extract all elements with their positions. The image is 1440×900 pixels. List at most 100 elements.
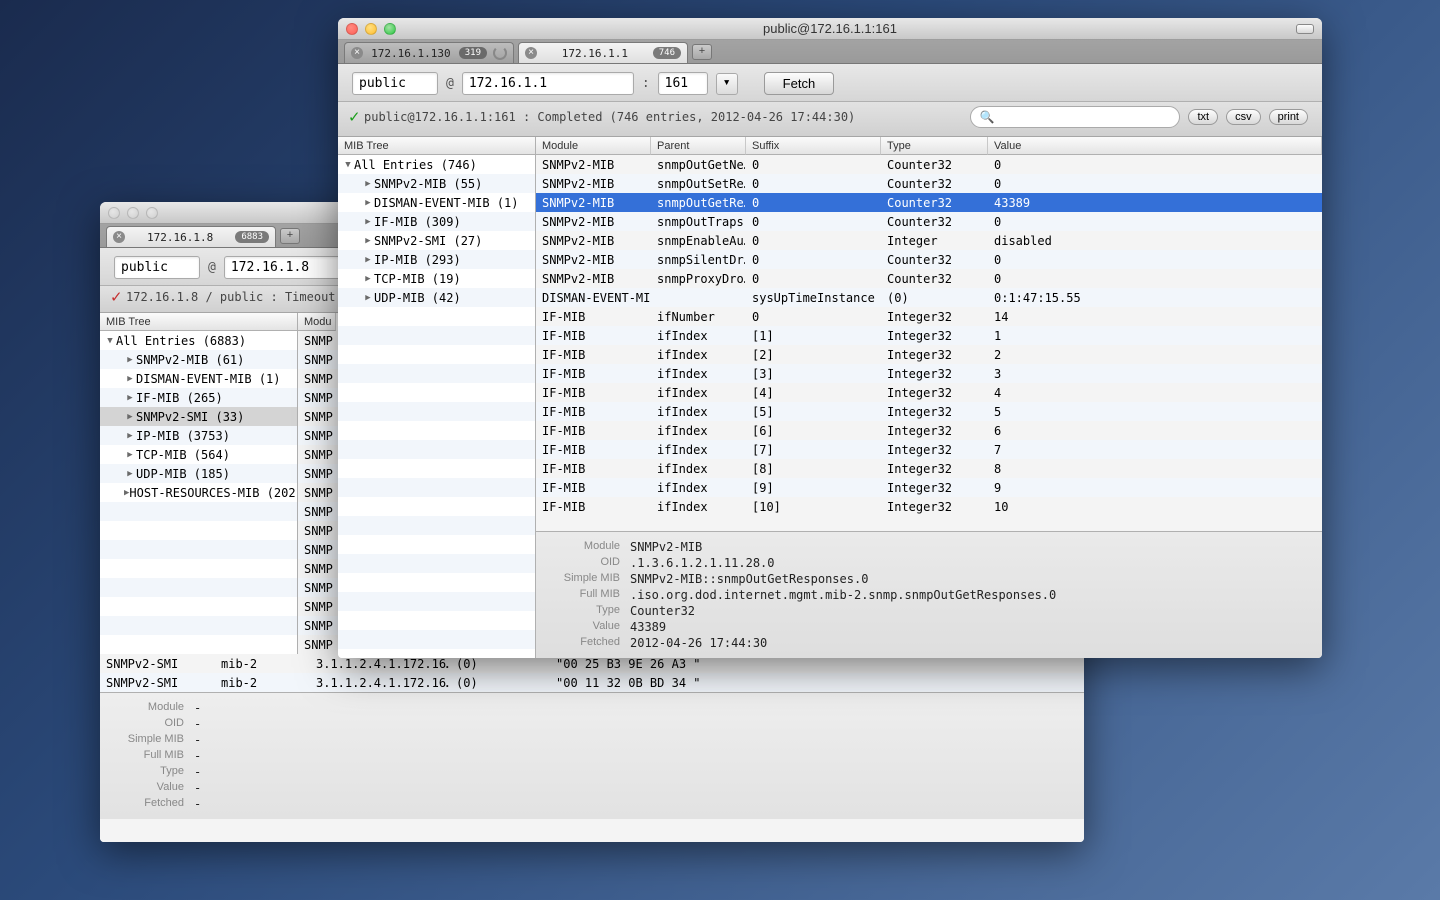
disclosure-icon[interactable]: ▶ bbox=[124, 431, 136, 441]
disclosure-icon[interactable]: ▼ bbox=[342, 160, 354, 170]
table-row[interactable]: IF-MIBifIndex[2]Integer322 bbox=[536, 345, 1322, 364]
tab-back-0[interactable]: × 172.16.1.8 6883 bbox=[106, 226, 276, 247]
close-icon[interactable] bbox=[346, 23, 358, 35]
export-csv-button[interactable]: csv bbox=[1226, 109, 1261, 125]
tree-header[interactable]: MIB Tree bbox=[338, 137, 535, 155]
community-input[interactable] bbox=[114, 256, 200, 279]
zoom-icon[interactable] bbox=[146, 207, 158, 219]
table-row[interactable]: IF-MIBifIndex[9]Integer329 bbox=[536, 478, 1322, 497]
table-row[interactable]: SNMPv2-MIBsnmpProxyDro…0Counter320 bbox=[536, 269, 1322, 288]
add-tab-button[interactable]: + bbox=[280, 228, 300, 244]
col-value[interactable]: Value bbox=[988, 137, 1322, 155]
add-tab-button[interactable]: + bbox=[692, 44, 712, 60]
cell-val: 0 bbox=[988, 174, 1322, 193]
tree-row[interactable]: ▶SNMPv2-SMI (27) bbox=[338, 231, 535, 250]
toolbar-toggle-icon[interactable] bbox=[1296, 24, 1314, 34]
close-tab-icon[interactable]: × bbox=[525, 47, 537, 59]
window-back-lower: SNMPv2-SMImib-23.1.1.2.4.1.172.16…(0)"00… bbox=[100, 654, 1084, 842]
minimize-icon[interactable] bbox=[365, 23, 377, 35]
table-row[interactable]: DISMAN-EVENT-MIBsysUpTimeInstance(0)0:1:… bbox=[536, 288, 1322, 307]
col-suffix[interactable]: Suffix bbox=[746, 137, 881, 155]
disclosure-icon[interactable]: ▶ bbox=[124, 450, 136, 460]
table-row[interactable]: SNMPv2-MIBsnmpOutSetRe…0Counter320 bbox=[536, 174, 1322, 193]
table-row[interactable]: SNMPv2-SMImib-23.1.1.2.4.1.172.16…(0)"00… bbox=[100, 673, 1084, 692]
search-input[interactable] bbox=[998, 110, 1171, 124]
close-tab-icon[interactable]: × bbox=[351, 47, 363, 59]
disclosure-icon[interactable]: ▶ bbox=[124, 469, 136, 479]
tree-row[interactable]: ▶DISMAN-EVENT-MIB (1) bbox=[100, 369, 297, 388]
disclosure-icon[interactable]: ▶ bbox=[124, 355, 136, 365]
mib-tree[interactable]: ▼All Entries (746)▶SNMPv2-MIB (55)▶DISMA… bbox=[338, 155, 535, 658]
table-row[interactable]: IF-MIBifIndex[7]Integer327 bbox=[536, 440, 1322, 459]
tree-header[interactable]: MIB Tree bbox=[100, 313, 297, 331]
search-field[interactable]: 🔍 bbox=[970, 106, 1180, 128]
tree-label: UDP-MIB (42) bbox=[374, 291, 461, 305]
tree-row[interactable]: ▶SNMPv2-SMI (33) bbox=[100, 407, 297, 426]
table-row[interactable]: IF-MIBifIndex[10]Integer3210 bbox=[536, 497, 1322, 516]
tree-row[interactable]: ▼All Entries (746) bbox=[338, 155, 535, 174]
disclosure-icon[interactable]: ▶ bbox=[362, 236, 374, 246]
close-icon[interactable] bbox=[108, 207, 120, 219]
cell-val: 7 bbox=[988, 440, 1322, 459]
tree-row[interactable]: ▶DISMAN-EVENT-MIB (1) bbox=[338, 193, 535, 212]
export-txt-button[interactable]: txt bbox=[1188, 109, 1218, 125]
table-row[interactable]: SNMPv2-MIBsnmpOutGetRe…0Counter3243389 bbox=[536, 193, 1322, 212]
disclosure-icon[interactable]: ▶ bbox=[124, 393, 136, 403]
titlebar-front[interactable]: public@172.16.1.1:161 bbox=[338, 18, 1322, 40]
tree-row[interactable]: ▶IF-MIB (265) bbox=[100, 388, 297, 407]
table-row[interactable]: IF-MIBifNumber0Integer3214 bbox=[536, 307, 1322, 326]
disclosure-icon[interactable]: ▶ bbox=[362, 217, 374, 227]
tree-row[interactable]: ▶TCP-MIB (564) bbox=[100, 445, 297, 464]
fetch-button[interactable]: Fetch bbox=[764, 72, 835, 95]
table-row[interactable]: SNMPv2-MIBsnmpEnableAu…0Integerdisabled bbox=[536, 231, 1322, 250]
disclosure-icon[interactable]: ▶ bbox=[362, 179, 374, 189]
col-parent[interactable]: Parent bbox=[651, 137, 746, 155]
zoom-icon[interactable] bbox=[384, 23, 396, 35]
col-module[interactable]: Module bbox=[536, 137, 651, 155]
table-row[interactable]: IF-MIBifIndex[8]Integer328 bbox=[536, 459, 1322, 478]
cell-par: snmpOutSetRe… bbox=[651, 174, 746, 193]
table-body-lower[interactable]: SNMPv2-SMImib-23.1.1.2.4.1.172.16…(0)"00… bbox=[100, 654, 1084, 692]
cell-mod: IF-MIB bbox=[536, 383, 651, 402]
col-module[interactable]: Modu bbox=[298, 313, 336, 331]
disclosure-icon[interactable]: ▶ bbox=[362, 255, 374, 265]
close-tab-icon[interactable]: × bbox=[113, 231, 125, 243]
tab-front-1[interactable]: × 172.16.1.1 746 bbox=[518, 42, 688, 63]
tree-row[interactable]: ▶IF-MIB (309) bbox=[338, 212, 535, 231]
table-row[interactable]: SNMPv2-MIBsnmpSilentDr…0Counter320 bbox=[536, 250, 1322, 269]
table-row[interactable]: SNMPv2-MIBsnmpOutTraps0Counter320 bbox=[536, 212, 1322, 231]
tree-row[interactable]: ▼All Entries (6883) bbox=[100, 331, 297, 350]
tree-row[interactable]: ▶UDP-MIB (42) bbox=[338, 288, 535, 307]
port-dropdown[interactable]: ▾ bbox=[716, 73, 738, 95]
col-type[interactable]: Type bbox=[881, 137, 988, 155]
tree-row[interactable]: ▶HOST-RESOURCES-MIB (2021 bbox=[100, 483, 297, 502]
tree-row[interactable]: ▶SNMPv2-MIB (55) bbox=[338, 174, 535, 193]
disclosure-icon[interactable]: ▶ bbox=[362, 198, 374, 208]
table-row[interactable]: IF-MIBifIndex[1]Integer321 bbox=[536, 326, 1322, 345]
detail-label-type: Type bbox=[546, 604, 630, 618]
table-row[interactable]: IF-MIBifIndex[4]Integer324 bbox=[536, 383, 1322, 402]
port-input[interactable] bbox=[658, 72, 708, 95]
tree-row[interactable]: ▶IP-MIB (3753) bbox=[100, 426, 297, 445]
community-input[interactable] bbox=[352, 72, 438, 95]
tree-row[interactable]: ▶IP-MIB (293) bbox=[338, 250, 535, 269]
table-body[interactable]: SNMPv2-MIBsnmpOutGetNe…0Counter320 SNMPv2… bbox=[536, 155, 1322, 531]
table-row[interactable]: IF-MIBifIndex[6]Integer326 bbox=[536, 421, 1322, 440]
host-input[interactable] bbox=[462, 72, 634, 95]
table-row[interactable]: IF-MIBifIndex[3]Integer323 bbox=[536, 364, 1322, 383]
table-row[interactable]: IF-MIBifIndex[5]Integer325 bbox=[536, 402, 1322, 421]
disclosure-icon[interactable]: ▶ bbox=[362, 274, 374, 284]
print-button[interactable]: print bbox=[1269, 109, 1308, 125]
tree-row[interactable]: ▶UDP-MIB (185) bbox=[100, 464, 297, 483]
tree-row[interactable]: ▶SNMPv2-MIB (61) bbox=[100, 350, 297, 369]
disclosure-icon[interactable]: ▶ bbox=[124, 374, 136, 384]
disclosure-icon[interactable]: ▼ bbox=[104, 336, 116, 346]
disclosure-icon[interactable]: ▶ bbox=[124, 412, 136, 422]
cell-val: 5 bbox=[988, 402, 1322, 421]
table-row[interactable]: SNMPv2-MIBsnmpOutGetNe…0Counter320 bbox=[536, 155, 1322, 174]
tree-row[interactable]: ▶TCP-MIB (19) bbox=[338, 269, 535, 288]
tab-front-0[interactable]: × 172.16.1.130 319 bbox=[344, 42, 514, 63]
cell-mod: IF-MIB bbox=[536, 364, 651, 383]
minimize-icon[interactable] bbox=[127, 207, 139, 219]
disclosure-icon[interactable]: ▶ bbox=[362, 293, 374, 303]
